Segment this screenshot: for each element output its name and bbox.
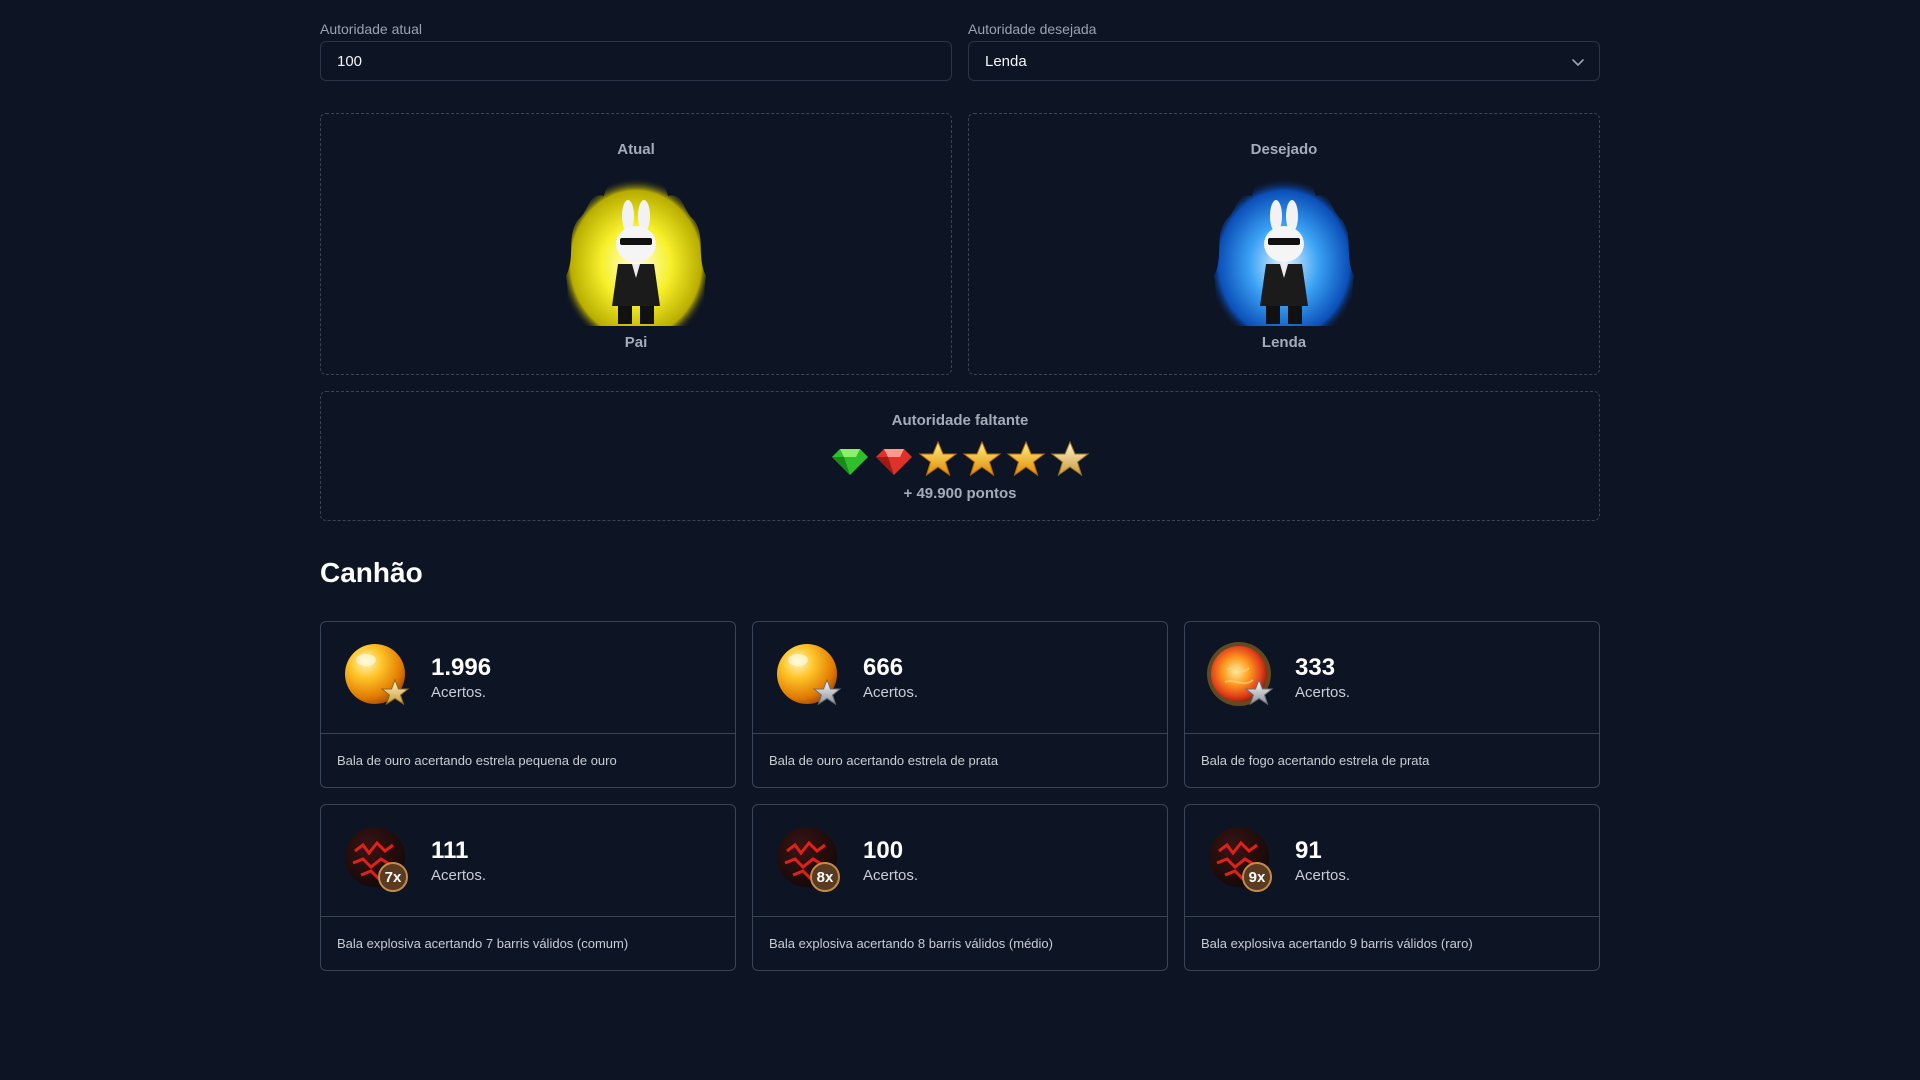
hit-count: 1.996 <box>431 654 492 681</box>
gold-star-icon <box>1006 440 1046 477</box>
desired-rank-name: Lenda <box>1261 334 1307 351</box>
desired-authority-select[interactable]: Lenda <box>968 41 1600 81</box>
desired-authority-field: Autoridade desejada Lenda <box>968 20 1600 81</box>
hit-unit: Acertos. <box>1295 684 1351 701</box>
ammo-card-stats: 333 Acertos. <box>1295 654 1350 701</box>
ammo-card-top: 8x 100 Acertos. <box>753 805 1167 917</box>
current-rank-title: Atual <box>617 141 655 158</box>
ammo-card: 7x 111 Acertos. Bala explosiva acertando… <box>320 804 736 971</box>
desired-authority-label: Autoridade desejada <box>968 21 1097 37</box>
multiplier-badge: 7x <box>385 869 402 886</box>
hit-count: 91 <box>1295 837 1322 864</box>
ammo-description: Bala explosiva acertando 9 barris válido… <box>1201 936 1473 951</box>
ammo-card: 333 Acertos. Bala de fogo acertando estr… <box>1184 621 1600 788</box>
fire-bullet-silver-star-icon <box>1207 641 1274 706</box>
red-gem-icon <box>876 449 912 475</box>
ammo-card: 666 Acertos. Bala de ouro acertando estr… <box>752 621 1168 788</box>
hit-unit: Acertos. <box>863 867 919 884</box>
hit-count: 100 <box>863 837 904 864</box>
page-container: Autoridade atual 100 Autoridade desejada… <box>320 0 1600 971</box>
hit-count: 111 <box>431 837 469 864</box>
ammo-description: Bala de fogo acertando estrela de prata <box>1201 753 1430 768</box>
ammo-card-stats: 91 Acertos. <box>1295 837 1350 884</box>
multiplier-badge: 9x <box>1249 869 1266 886</box>
current-authority-value: 100 <box>337 52 363 70</box>
ammo-description: Bala de ouro acertando estrela de prata <box>769 753 999 768</box>
authority-inputs: Autoridade atual 100 Autoridade desejada… <box>320 20 1600 81</box>
missing-authority-panel: Autoridade faltante + 49.900 pontos <box>320 391 1600 521</box>
section-title-cannon: Canhão <box>320 557 423 588</box>
desired-rank-title: Desejado <box>1250 141 1318 158</box>
multiplier-badge: 8x <box>817 869 834 886</box>
ammo-card-top: 333 Acertos. <box>1185 622 1599 734</box>
ammo-card-stats: 100 Acertos. <box>863 837 918 884</box>
ammo-cards-grid: 1.996 Acertos. Bala de ouro acertando es… <box>320 621 1600 971</box>
hit-unit: Acertos. <box>863 684 919 701</box>
rank-panels: Atual Pai Desejado Lenda <box>320 113 1600 375</box>
ammo-card: 8x 100 Acertos. Bala explosiva acertando… <box>752 804 1168 971</box>
gold-star-icon <box>918 440 958 477</box>
chevron-down-icon <box>1572 59 1584 66</box>
explosive-bullet-icon: 9x <box>1209 826 1272 892</box>
gold-bullet-gold-star-icon <box>345 643 410 705</box>
current-authority-field: Autoridade atual 100 <box>320 20 952 81</box>
ammo-card-stats: 666 Acertos. <box>863 654 918 701</box>
current-authority-label: Autoridade atual <box>320 21 422 37</box>
missing-authority-title: Autoridade faltante <box>891 412 1029 429</box>
ammo-card-top: 7x 111 Acertos. <box>321 805 735 917</box>
ammo-card-stats: 1.996 Acertos. <box>431 654 491 701</box>
ammo-description: Bala explosiva acertando 8 barris válido… <box>769 936 1053 951</box>
missing-points: + 49.900 pontos <box>903 485 1017 502</box>
ammo-description: Bala de ouro acertando estrela pequena d… <box>337 753 617 768</box>
hit-count: 333 <box>1295 654 1336 681</box>
ammo-card: 9x 91 Acertos. Bala explosiva acertando … <box>1184 804 1600 971</box>
hit-unit: Acertos. <box>431 867 487 884</box>
ammo-card-stats: 111 Acertos. <box>431 837 486 884</box>
current-rank-panel: Atual Pai <box>320 113 952 375</box>
bunny-character-blue-aura-icon <box>1214 170 1354 326</box>
pale-gold-star-icon <box>1050 440 1090 477</box>
desired-authority-value: Lenda <box>985 52 1027 70</box>
hit-unit: Acertos. <box>431 684 487 701</box>
green-gem-icon <box>832 449 868 475</box>
missing-rank-icons <box>830 439 1090 479</box>
ammo-card-top: 9x 91 Acertos. <box>1185 805 1599 917</box>
ammo-card: 1.996 Acertos. Bala de ouro acertando es… <box>320 621 736 788</box>
bunny-character-yellow-aura-icon <box>566 170 706 326</box>
current-authority-input[interactable]: 100 <box>320 41 952 81</box>
ammo-card-top: 666 Acertos. <box>753 622 1167 734</box>
gold-star-icon <box>962 440 1002 477</box>
gold-bullet-silver-star-icon <box>777 643 842 705</box>
explosive-bullet-icon: 8x <box>777 826 840 892</box>
current-rank-name: Pai <box>624 334 648 351</box>
explosive-bullet-icon: 7x <box>345 826 408 892</box>
desired-rank-panel: Desejado Lenda <box>968 113 1600 375</box>
hit-count: 666 <box>863 654 904 681</box>
ammo-description: Bala explosiva acertando 7 barris válido… <box>337 936 629 951</box>
hit-unit: Acertos. <box>1295 867 1351 884</box>
ammo-card-top: 1.996 Acertos. <box>321 622 735 734</box>
